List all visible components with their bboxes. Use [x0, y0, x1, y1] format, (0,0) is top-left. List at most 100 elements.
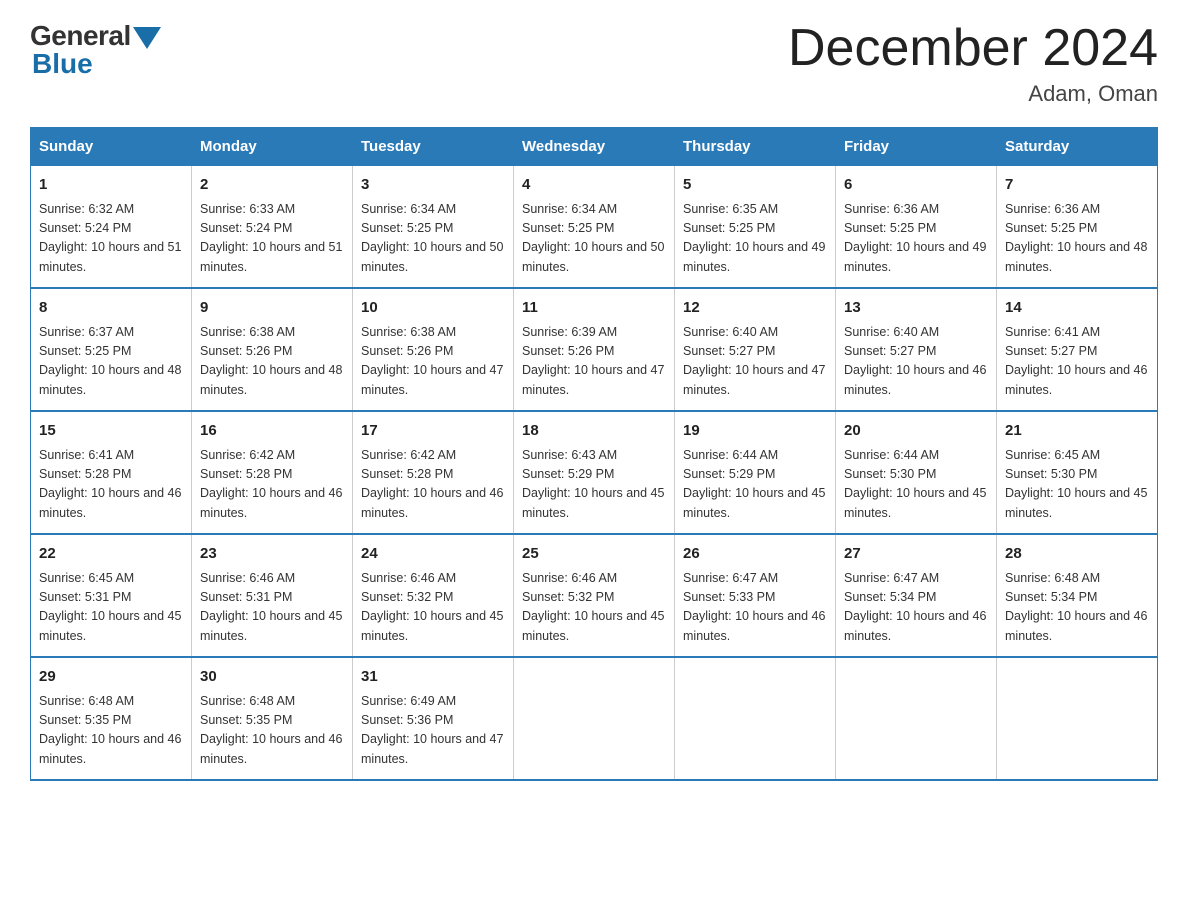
calendar-table: Sunday Monday Tuesday Wednesday Thursday… [30, 127, 1158, 781]
day-number: 17 [361, 420, 505, 443]
calendar-header: Sunday Monday Tuesday Wednesday Thursday… [31, 128, 1158, 166]
calendar-cell: 22 Sunrise: 6:45 AMSunset: 5:31 PMDaylig… [31, 534, 192, 657]
day-info: Sunrise: 6:32 AMSunset: 5:24 PMDaylight:… [39, 202, 181, 274]
day-info: Sunrise: 6:42 AMSunset: 5:28 PMDaylight:… [200, 448, 342, 520]
calendar-cell: 9 Sunrise: 6:38 AMSunset: 5:26 PMDayligh… [192, 288, 353, 411]
day-number: 5 [683, 174, 827, 197]
calendar-cell: 29 Sunrise: 6:48 AMSunset: 5:35 PMDaylig… [31, 657, 192, 780]
day-info: Sunrise: 6:41 AMSunset: 5:27 PMDaylight:… [1005, 325, 1147, 397]
day-info: Sunrise: 6:39 AMSunset: 5:26 PMDaylight:… [522, 325, 664, 397]
calendar-week-row: 22 Sunrise: 6:45 AMSunset: 5:31 PMDaylig… [31, 534, 1158, 657]
calendar-week-row: 29 Sunrise: 6:48 AMSunset: 5:35 PMDaylig… [31, 657, 1158, 780]
calendar-cell: 27 Sunrise: 6:47 AMSunset: 5:34 PMDaylig… [836, 534, 997, 657]
day-number: 7 [1005, 174, 1149, 197]
calendar-cell: 15 Sunrise: 6:41 AMSunset: 5:28 PMDaylig… [31, 411, 192, 534]
calendar-cell [836, 657, 997, 780]
day-number: 3 [361, 174, 505, 197]
calendar-body: 1 Sunrise: 6:32 AMSunset: 5:24 PMDayligh… [31, 166, 1158, 781]
logo-triangle-icon [133, 27, 161, 49]
day-number: 19 [683, 420, 827, 443]
calendar-cell: 17 Sunrise: 6:42 AMSunset: 5:28 PMDaylig… [353, 411, 514, 534]
day-info: Sunrise: 6:34 AMSunset: 5:25 PMDaylight:… [522, 202, 664, 274]
title-block: December 2024 Adam, Oman [788, 20, 1158, 107]
month-title: December 2024 [788, 20, 1158, 77]
day-info: Sunrise: 6:33 AMSunset: 5:24 PMDaylight:… [200, 202, 342, 274]
calendar-cell: 10 Sunrise: 6:38 AMSunset: 5:26 PMDaylig… [353, 288, 514, 411]
day-number: 9 [200, 297, 344, 320]
calendar-cell: 21 Sunrise: 6:45 AMSunset: 5:30 PMDaylig… [997, 411, 1158, 534]
col-friday: Friday [836, 128, 997, 166]
calendar-cell: 30 Sunrise: 6:48 AMSunset: 5:35 PMDaylig… [192, 657, 353, 780]
day-info: Sunrise: 6:42 AMSunset: 5:28 PMDaylight:… [361, 448, 503, 520]
day-info: Sunrise: 6:37 AMSunset: 5:25 PMDaylight:… [39, 325, 181, 397]
location-label: Adam, Oman [788, 81, 1158, 107]
calendar-cell: 24 Sunrise: 6:46 AMSunset: 5:32 PMDaylig… [353, 534, 514, 657]
day-number: 15 [39, 420, 183, 443]
calendar-week-row: 15 Sunrise: 6:41 AMSunset: 5:28 PMDaylig… [31, 411, 1158, 534]
day-info: Sunrise: 6:45 AMSunset: 5:31 PMDaylight:… [39, 571, 181, 643]
calendar-cell: 3 Sunrise: 6:34 AMSunset: 5:25 PMDayligh… [353, 166, 514, 289]
col-sunday: Sunday [31, 128, 192, 166]
day-number: 8 [39, 297, 183, 320]
day-number: 2 [200, 174, 344, 197]
day-number: 25 [522, 543, 666, 566]
day-number: 6 [844, 174, 988, 197]
calendar-cell: 5 Sunrise: 6:35 AMSunset: 5:25 PMDayligh… [675, 166, 836, 289]
calendar-cell: 25 Sunrise: 6:46 AMSunset: 5:32 PMDaylig… [514, 534, 675, 657]
day-info: Sunrise: 6:49 AMSunset: 5:36 PMDaylight:… [361, 694, 503, 766]
day-info: Sunrise: 6:36 AMSunset: 5:25 PMDaylight:… [844, 202, 986, 274]
day-info: Sunrise: 6:35 AMSunset: 5:25 PMDaylight:… [683, 202, 825, 274]
calendar-cell: 16 Sunrise: 6:42 AMSunset: 5:28 PMDaylig… [192, 411, 353, 534]
day-number: 1 [39, 174, 183, 197]
day-number: 28 [1005, 543, 1149, 566]
day-number: 24 [361, 543, 505, 566]
calendar-cell: 31 Sunrise: 6:49 AMSunset: 5:36 PMDaylig… [353, 657, 514, 780]
calendar-cell: 11 Sunrise: 6:39 AMSunset: 5:26 PMDaylig… [514, 288, 675, 411]
day-info: Sunrise: 6:36 AMSunset: 5:25 PMDaylight:… [1005, 202, 1147, 274]
page-header: General Blue December 2024 Adam, Oman [30, 20, 1158, 107]
day-info: Sunrise: 6:40 AMSunset: 5:27 PMDaylight:… [844, 325, 986, 397]
day-number: 14 [1005, 297, 1149, 320]
day-number: 26 [683, 543, 827, 566]
day-number: 29 [39, 666, 183, 689]
calendar-cell: 2 Sunrise: 6:33 AMSunset: 5:24 PMDayligh… [192, 166, 353, 289]
day-number: 20 [844, 420, 988, 443]
day-info: Sunrise: 6:47 AMSunset: 5:34 PMDaylight:… [844, 571, 986, 643]
day-number: 16 [200, 420, 344, 443]
calendar-cell: 26 Sunrise: 6:47 AMSunset: 5:33 PMDaylig… [675, 534, 836, 657]
calendar-cell: 4 Sunrise: 6:34 AMSunset: 5:25 PMDayligh… [514, 166, 675, 289]
logo-blue-text: Blue [30, 48, 93, 80]
calendar-cell: 14 Sunrise: 6:41 AMSunset: 5:27 PMDaylig… [997, 288, 1158, 411]
calendar-cell: 18 Sunrise: 6:43 AMSunset: 5:29 PMDaylig… [514, 411, 675, 534]
day-info: Sunrise: 6:46 AMSunset: 5:31 PMDaylight:… [200, 571, 342, 643]
day-info: Sunrise: 6:46 AMSunset: 5:32 PMDaylight:… [361, 571, 503, 643]
calendar-cell: 23 Sunrise: 6:46 AMSunset: 5:31 PMDaylig… [192, 534, 353, 657]
day-info: Sunrise: 6:38 AMSunset: 5:26 PMDaylight:… [200, 325, 342, 397]
day-info: Sunrise: 6:40 AMSunset: 5:27 PMDaylight:… [683, 325, 825, 397]
day-info: Sunrise: 6:48 AMSunset: 5:34 PMDaylight:… [1005, 571, 1147, 643]
day-number: 10 [361, 297, 505, 320]
day-number: 27 [844, 543, 988, 566]
logo: General Blue [30, 20, 161, 80]
col-tuesday: Tuesday [353, 128, 514, 166]
day-number: 30 [200, 666, 344, 689]
calendar-cell [514, 657, 675, 780]
col-saturday: Saturday [997, 128, 1158, 166]
calendar-cell [675, 657, 836, 780]
col-wednesday: Wednesday [514, 128, 675, 166]
calendar-cell: 13 Sunrise: 6:40 AMSunset: 5:27 PMDaylig… [836, 288, 997, 411]
calendar-week-row: 1 Sunrise: 6:32 AMSunset: 5:24 PMDayligh… [31, 166, 1158, 289]
day-info: Sunrise: 6:41 AMSunset: 5:28 PMDaylight:… [39, 448, 181, 520]
calendar-cell: 1 Sunrise: 6:32 AMSunset: 5:24 PMDayligh… [31, 166, 192, 289]
day-number: 12 [683, 297, 827, 320]
day-number: 22 [39, 543, 183, 566]
calendar-cell: 12 Sunrise: 6:40 AMSunset: 5:27 PMDaylig… [675, 288, 836, 411]
day-info: Sunrise: 6:43 AMSunset: 5:29 PMDaylight:… [522, 448, 664, 520]
calendar-cell: 19 Sunrise: 6:44 AMSunset: 5:29 PMDaylig… [675, 411, 836, 534]
day-number: 23 [200, 543, 344, 566]
day-number: 13 [844, 297, 988, 320]
day-info: Sunrise: 6:34 AMSunset: 5:25 PMDaylight:… [361, 202, 503, 274]
day-info: Sunrise: 6:44 AMSunset: 5:30 PMDaylight:… [844, 448, 986, 520]
calendar-cell: 7 Sunrise: 6:36 AMSunset: 5:25 PMDayligh… [997, 166, 1158, 289]
calendar-week-row: 8 Sunrise: 6:37 AMSunset: 5:25 PMDayligh… [31, 288, 1158, 411]
